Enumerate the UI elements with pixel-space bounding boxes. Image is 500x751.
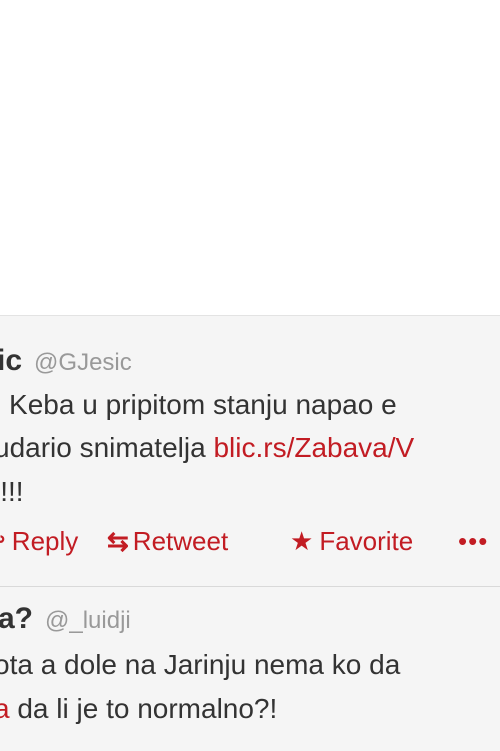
blank-area <box>0 0 500 315</box>
tweet-text-fragment: !!! <box>0 476 23 507</box>
tweet-header: ic @GJesic <box>0 344 132 378</box>
tweet-text-fragment: da li je to normalno?! <box>10 693 278 724</box>
retweet-button[interactable]: ⇆Retweet <box>107 526 228 557</box>
tweet-author-name[interactable]: ic <box>0 344 22 377</box>
tweet-text-line: | Keba u pripitom stanju napao e <box>0 389 397 421</box>
reply-arrow-icon: ↩ <box>0 526 6 557</box>
tweet-text-line: a da li je to normalno?! <box>0 693 277 725</box>
reply-button[interactable]: ↩Reply <box>0 526 78 557</box>
more-button[interactable]: ••• <box>458 526 488 557</box>
tweet-text-line: udario snimatelja blic.rs/Zabava/V <box>0 432 414 464</box>
tweet-text-fragment: udario snimatelja <box>0 432 213 463</box>
tweet-mention[interactable]: a <box>0 693 10 724</box>
tweet-author-handle[interactable]: @GJesic <box>34 349 132 376</box>
tweet-author-handle[interactable]: @_luidji <box>45 607 131 634</box>
reply-label: Reply <box>12 526 78 556</box>
retweet-icon: ⇆ <box>107 526 127 557</box>
favorite-label: Favorite <box>319 526 413 556</box>
retweet-label: Retweet <box>133 526 228 556</box>
more-dots-icon: ••• <box>458 526 488 556</box>
tweet-link[interactable]: blic.rs/Zabava/V <box>213 432 414 463</box>
tweet-item[interactable]: ic @GJesic | Keba u pripitom stanju napao… <box>0 315 500 586</box>
tweet-header: ta? @_luidji <box>0 602 131 636</box>
tweet-text-line: l!!! <box>0 476 24 508</box>
tweet-author-name[interactable]: ta? <box>0 602 33 635</box>
tweet-text-line: ota a dole na Jarinju nema ko da <box>0 649 400 681</box>
star-icon: ★ <box>290 526 313 557</box>
favorite-button[interactable]: ★Favorite <box>290 526 413 557</box>
tweet-item[interactable]: ta? @_luidji ota a dole na Jarinju nema k… <box>0 586 500 751</box>
